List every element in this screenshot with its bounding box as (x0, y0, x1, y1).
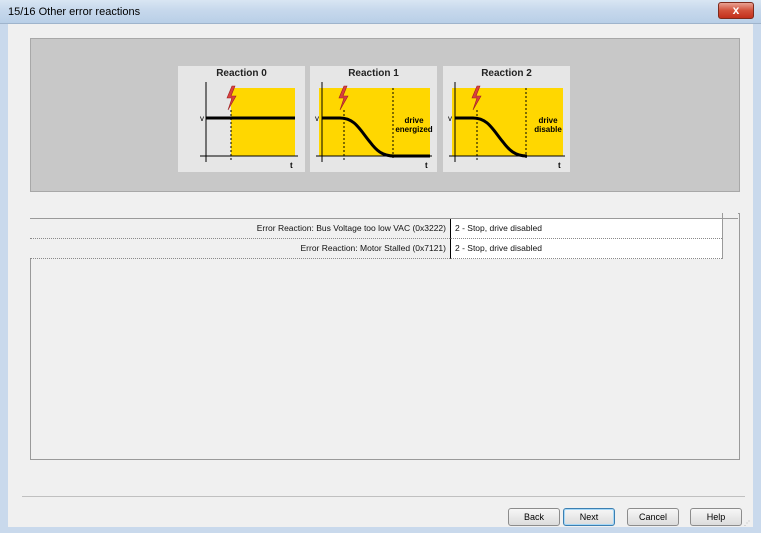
reaction-2-title: Reaction 2 (481, 68, 532, 79)
table-row: Error Reaction: Motor Stalled (0x7121) 2… (30, 239, 722, 259)
window-frame-bottom (0, 527, 761, 533)
reaction-1-diagram: Reaction 1 v t drive energized (310, 66, 437, 172)
state-label-line1: drive (538, 116, 558, 125)
close-icon: x (732, 3, 740, 17)
table-row: Error Reaction: Bus Voltage too low VAC … (30, 219, 722, 239)
table-divider (722, 213, 723, 259)
v-label: v (315, 114, 319, 123)
reaction-0-plot: v t (200, 82, 298, 170)
footer-separator (22, 496, 745, 497)
row-label: Error Reaction: Motor Stalled (0x7121) (30, 239, 450, 259)
close-button[interactable]: x (718, 2, 754, 19)
v-label: v (448, 114, 452, 123)
window-frame-right (753, 24, 761, 533)
help-button[interactable]: Help (690, 508, 742, 526)
plot-area (231, 88, 295, 156)
t-label: t (425, 161, 428, 170)
title-bar: 15/16 Other error reactions x (0, 0, 761, 24)
t-label: t (558, 161, 561, 170)
next-button[interactable]: Next (563, 508, 615, 526)
row-label: Error Reaction: Bus Voltage too low VAC … (30, 219, 450, 239)
resize-grip-icon[interactable]: ⋰ (744, 520, 752, 527)
t-label: t (290, 161, 293, 170)
window-frame-left (0, 24, 8, 533)
state-label-line1: drive (404, 116, 424, 125)
reaction-2-state-label: drive disable (529, 116, 567, 134)
reaction-2-diagram: Reaction 2 v t drive disable (443, 66, 570, 172)
cancel-button[interactable]: Cancel (627, 508, 679, 526)
v-label: v (200, 114, 204, 123)
error-reaction-select[interactable]: 2 - Stop, drive disabled (450, 239, 722, 259)
reaction-1-state-label: drive energized (394, 116, 434, 134)
reaction-1-title: Reaction 1 (348, 68, 399, 79)
reaction-0-diagram: Reaction 0 v t (178, 66, 305, 172)
window-title: 15/16 Other error reactions (8, 6, 141, 18)
back-button[interactable]: Back (508, 508, 560, 526)
reaction-0-title: Reaction 0 (216, 68, 267, 79)
state-label-line2: energized (395, 125, 433, 134)
state-label-line2: disable (534, 125, 562, 134)
error-reaction-select[interactable]: 2 - Stop, drive disabled (450, 219, 722, 239)
